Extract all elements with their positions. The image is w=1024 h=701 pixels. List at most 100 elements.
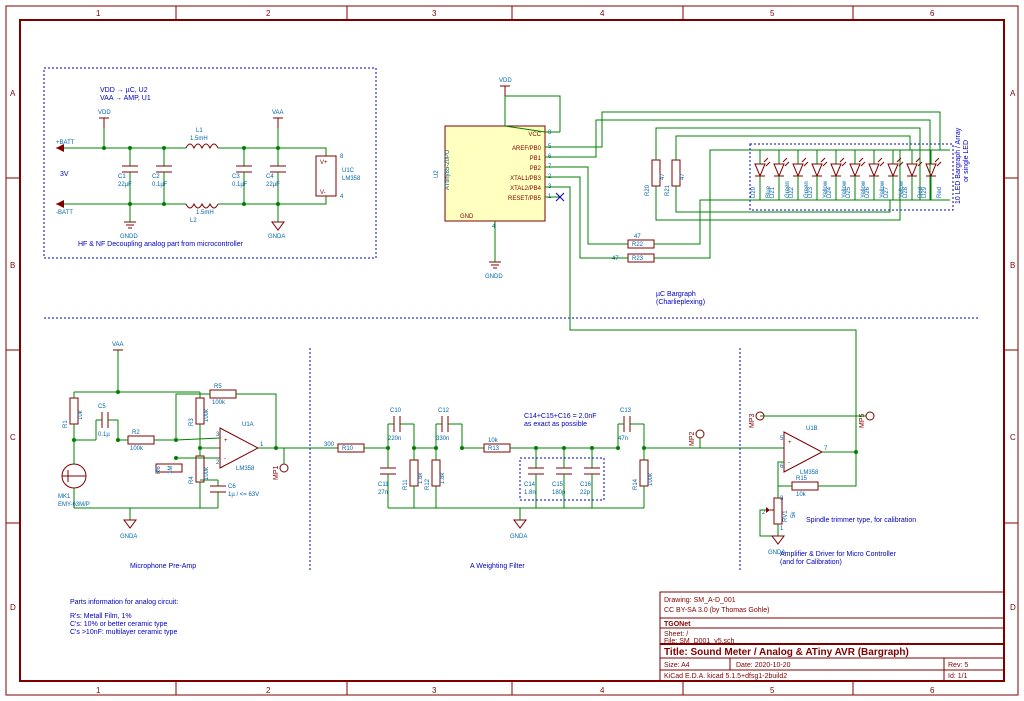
c11: C1127n <box>378 448 396 508</box>
svg-text:V+: V+ <box>320 160 328 166</box>
batt-neg: -BATT <box>56 200 90 216</box>
mk1-mic: MK1 EMY-63M/P <box>58 440 90 508</box>
svg-text:D20: D20 <box>751 186 757 198</box>
led-d25: D25Yellow <box>846 150 867 200</box>
svg-text:1: 1 <box>260 442 264 448</box>
filter-title: A Weighting Filter <box>470 563 525 570</box>
r3: R3100k <box>189 398 210 426</box>
svg-text:5: 5 <box>780 436 784 442</box>
svg-text:GNDA: GNDA <box>120 534 137 540</box>
svg-text:LM358: LM358 <box>342 176 361 182</box>
svg-text:D: D <box>10 603 16 612</box>
svg-text:MK1: MK1 <box>58 494 71 500</box>
bargraph-title1: µC Bargraph <box>656 291 696 298</box>
svg-text:4: 4 <box>600 9 605 18</box>
svg-text:A: A <box>10 89 16 98</box>
svg-text:4: 4 <box>600 686 605 695</box>
c13: C1347n <box>618 408 644 442</box>
filter-note2: as exact as possible <box>524 421 587 428</box>
svg-text:C15: C15 <box>552 482 564 488</box>
svg-text:10k: 10k <box>796 492 807 498</box>
svg-text:GNDA: GNDA <box>768 550 785 556</box>
mp5: MP5 <box>859 412 874 428</box>
inductor-l2: L2 1.5mH <box>186 204 218 224</box>
svg-text:C12: C12 <box>438 408 450 414</box>
svg-text:300: 300 <box>324 442 335 448</box>
led-note2: or single LED <box>963 140 970 182</box>
trimmer-note: Spindle trimmer type, for calibration <box>806 517 916 524</box>
filter-note1: C14+C15+C16 = 2.0nF <box>524 413 597 420</box>
svg-text:5: 5 <box>770 686 775 695</box>
svg-text:10k: 10k <box>78 409 84 420</box>
svg-text:A: A <box>1010 89 1016 98</box>
svg-text:C: C <box>1010 433 1016 442</box>
vaa-flag-1: VAA <box>272 110 284 128</box>
svg-text:Size: A4: Size: A4 <box>664 662 690 669</box>
svg-text:100k: 100k <box>130 446 144 452</box>
svg-text:Id: 1/1: Id: 1/1 <box>948 673 968 680</box>
svg-text:CC BY-SA 3.0 (by Thomas Gohle): CC BY-SA 3.0 (by Thomas Gohle) <box>664 607 769 614</box>
r1: R110k <box>63 398 84 428</box>
r12: R121.8k <box>425 460 446 490</box>
svg-text:U1B: U1B <box>806 426 818 432</box>
svg-text:MP1: MP1 <box>273 466 280 481</box>
svg-text:+: + <box>224 438 228 444</box>
svg-text:D25: D25 <box>846 186 852 198</box>
svg-text:22µF: 22µF <box>118 182 132 188</box>
u1b: +- U1B LM358 5 6 7 <box>780 426 828 476</box>
svg-text:GNDA: GNDA <box>268 234 285 240</box>
svg-text:D27: D27 <box>884 186 890 198</box>
led-d24: D24Yellow <box>827 150 848 200</box>
svg-text:C4: C4 <box>266 174 274 180</box>
vdd-note2: VAA → AMP, U1 <box>100 95 151 102</box>
svg-text:220n: 220n <box>388 436 401 442</box>
svg-text:0.1µF: 0.1µF <box>152 182 168 188</box>
svg-text:LM358: LM358 <box>236 466 255 472</box>
svg-text:L2: L2 <box>190 218 197 224</box>
gndd-2: GNDD <box>485 262 503 280</box>
svg-text:330n: 330n <box>436 436 449 442</box>
rv1: RV1 5k 3 2 1 <box>762 496 797 532</box>
svg-text:C1: C1 <box>118 174 126 180</box>
svg-text:ATtiny85-20PU: ATtiny85-20PU <box>445 150 451 190</box>
svg-text:R12: R12 <box>425 478 431 490</box>
svg-text:XTAL1/PB3: XTAL1/PB3 <box>510 176 542 182</box>
svg-text:C2: C2 <box>152 174 160 180</box>
u2-attiny: U2 ATtiny85-20PU VCC AREF/PB0 PB1 PB2 XT… <box>434 126 564 230</box>
preamp-title: Microphone Pre-Amp <box>130 563 196 570</box>
title-block: Drawing: SM_A-D_001 CC BY-SA 3.0 (by Tho… <box>660 592 1004 681</box>
svg-text:C5: C5 <box>98 404 106 410</box>
r11: R111.8k <box>403 460 424 490</box>
svg-text:U1C: U1C <box>342 168 355 174</box>
svg-text:1: 1 <box>780 526 784 532</box>
svg-text:7: 7 <box>824 446 828 452</box>
parts-r: R's: Metall Film, 1% <box>70 613 132 620</box>
svg-text:8: 8 <box>548 130 552 136</box>
svg-text:D26: D26 <box>865 186 871 198</box>
vdd-flag-2: VDD <box>499 78 512 96</box>
gnda-4: GNDA <box>768 536 785 556</box>
parts-c1: C's: 10% or better ceramic type <box>70 621 168 628</box>
charlieplex-nets <box>560 112 950 330</box>
svg-text:C16: C16 <box>580 482 592 488</box>
svg-text:5k: 5k <box>791 511 797 518</box>
r5: R5100k <box>210 384 236 406</box>
svg-text:Drawing: SM_A-D_001: Drawing: SM_A-D_001 <box>664 597 736 604</box>
c5: C50.1µ <box>96 404 118 438</box>
led-d26: D26Yellow <box>865 150 886 200</box>
svg-text:C: C <box>10 433 16 442</box>
svg-text:B: B <box>1010 261 1015 270</box>
mp2: MP2 <box>689 430 704 446</box>
svg-text:-: - <box>788 460 790 466</box>
c10: C10220n <box>388 408 414 442</box>
svg-text:8: 8 <box>340 154 344 160</box>
svg-text:Date: 2020-10-20: Date: 2020-10-20 <box>736 662 791 669</box>
r14: R14100k <box>633 460 654 490</box>
svg-text:GNDA: GNDA <box>510 534 527 540</box>
c12: C12 330n <box>436 408 462 442</box>
svg-text:0.1µF: 0.1µF <box>232 182 248 188</box>
decoupling-title: HF & NF Decoupling analog part from micr… <box>78 241 244 248</box>
led-d28: D28Red <box>903 150 924 200</box>
svg-text:RV1: RV1 <box>783 510 789 522</box>
led-d20: D20Blue <box>751 150 772 200</box>
